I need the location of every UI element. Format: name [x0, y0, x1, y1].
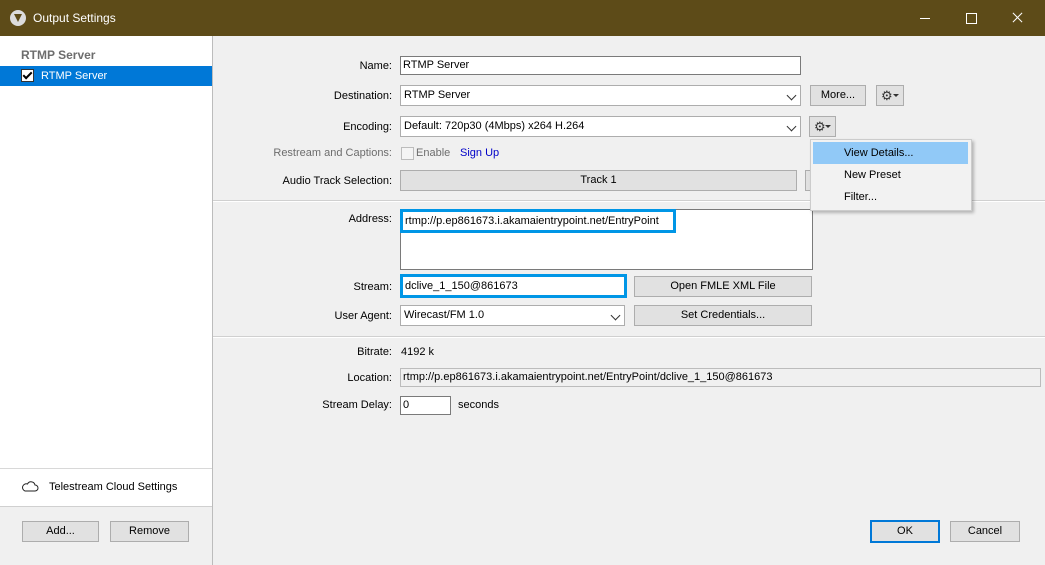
user-agent-label: User Agent:: [334, 310, 392, 322]
ok-button[interactable]: OK: [870, 520, 940, 543]
cancel-button[interactable]: Cancel: [950, 521, 1020, 542]
destination-label: Destination:: [333, 90, 392, 102]
restream-captions-label: Restream and Captions:: [273, 147, 392, 159]
chevron-down-icon: [610, 310, 621, 321]
title-bar: Output Settings: [0, 0, 1045, 36]
restream-enable-label: Enable: [416, 147, 451, 159]
destination-gear-button[interactable]: ⚙: [876, 85, 904, 106]
chevron-down-icon: [786, 121, 797, 132]
stream-field[interactable]: dclive_1_150@861673: [400, 274, 627, 298]
stream-delay-field[interactable]: 0: [400, 396, 451, 415]
encoding-options-menu: View Details... New Preset Filter...: [810, 139, 972, 211]
encoding-label: Encoding:: [343, 121, 392, 133]
audio-track-label: Audio Track Selection:: [282, 175, 392, 187]
wirecast-logo-icon: [10, 10, 26, 26]
encoding-gear-button[interactable]: ⚙: [809, 116, 836, 137]
name-label: Name:: [359, 60, 392, 72]
window-title: Output Settings: [33, 11, 116, 25]
chevron-down-icon: [786, 90, 797, 101]
destination-select[interactable]: RTMP Server: [400, 85, 801, 106]
restream-enable-checkbox[interactable]: [401, 147, 414, 160]
output-settings-window: Output Settings RTMP Server RTMP Server …: [0, 0, 1045, 565]
menu-item-view-details[interactable]: View Details...: [813, 142, 968, 164]
stream-label: Stream:: [353, 281, 392, 293]
sign-up-link[interactable]: Sign Up: [460, 147, 499, 159]
encoding-value: Default: 720p30 (4Mbps) x264 H.264: [404, 120, 585, 132]
seconds-label: seconds: [458, 399, 499, 411]
more-button[interactable]: More...: [810, 85, 866, 106]
user-agent-select[interactable]: Wirecast/FM 1.0: [400, 305, 625, 326]
gear-icon: ⚙: [814, 119, 826, 134]
audio-track-button[interactable]: Track 1: [400, 170, 797, 191]
gear-icon: ⚙: [881, 88, 893, 103]
close-window-button[interactable]: [994, 0, 1040, 36]
encoding-select[interactable]: Default: 720p30 (4Mbps) x264 H.264: [400, 116, 801, 137]
remove-output-button[interactable]: Remove: [110, 521, 189, 542]
address-label: Address:: [348, 213, 392, 225]
minimize-button[interactable]: [902, 0, 948, 36]
location-field[interactable]: rtmp://p.ep861673.i.akamaientrypoint.net…: [400, 368, 1041, 387]
open-fmle-xml-button[interactable]: Open FMLE XML File: [634, 276, 812, 297]
user-agent-value: Wirecast/FM 1.0: [404, 309, 485, 321]
cloud-settings-label: Telestream Cloud Settings: [49, 481, 178, 493]
output-list-item-label: RTMP Server: [41, 70, 108, 82]
menu-item-filter[interactable]: Filter...: [813, 186, 968, 208]
set-credentials-button[interactable]: Set Credentials...: [634, 305, 812, 326]
stream-delay-label: Stream Delay:: [322, 399, 392, 411]
bitrate-value: 4192 k: [401, 346, 435, 358]
address-field[interactable]: rtmp://p.ep861673.i.akamaientrypoint.net…: [400, 209, 676, 233]
bitrate-label: Bitrate:: [357, 346, 392, 358]
add-output-button[interactable]: Add...: [22, 521, 99, 542]
divider-highlight: [213, 337, 1045, 338]
destination-value: RTMP Server: [404, 89, 471, 101]
cloud-icon: [22, 481, 39, 492]
location-label: Location:: [347, 372, 392, 384]
name-field[interactable]: RTMP Server: [400, 56, 801, 75]
menu-item-new-preset[interactable]: New Preset: [813, 164, 968, 186]
output-list-panel: RTMP Server RTMP Server Telestream Cloud…: [0, 36, 213, 565]
output-list-item[interactable]: RTMP Server: [0, 66, 212, 86]
telestream-cloud-settings[interactable]: Telestream Cloud Settings: [0, 468, 212, 506]
dropdown-caret-icon: [825, 125, 831, 128]
output-list-actions: Add... Remove: [0, 506, 212, 565]
maximize-button[interactable]: [948, 0, 994, 36]
output-list-header: RTMP Server: [21, 48, 96, 62]
dropdown-caret-icon: [893, 94, 899, 97]
output-enabled-checkbox[interactable]: [21, 69, 34, 82]
